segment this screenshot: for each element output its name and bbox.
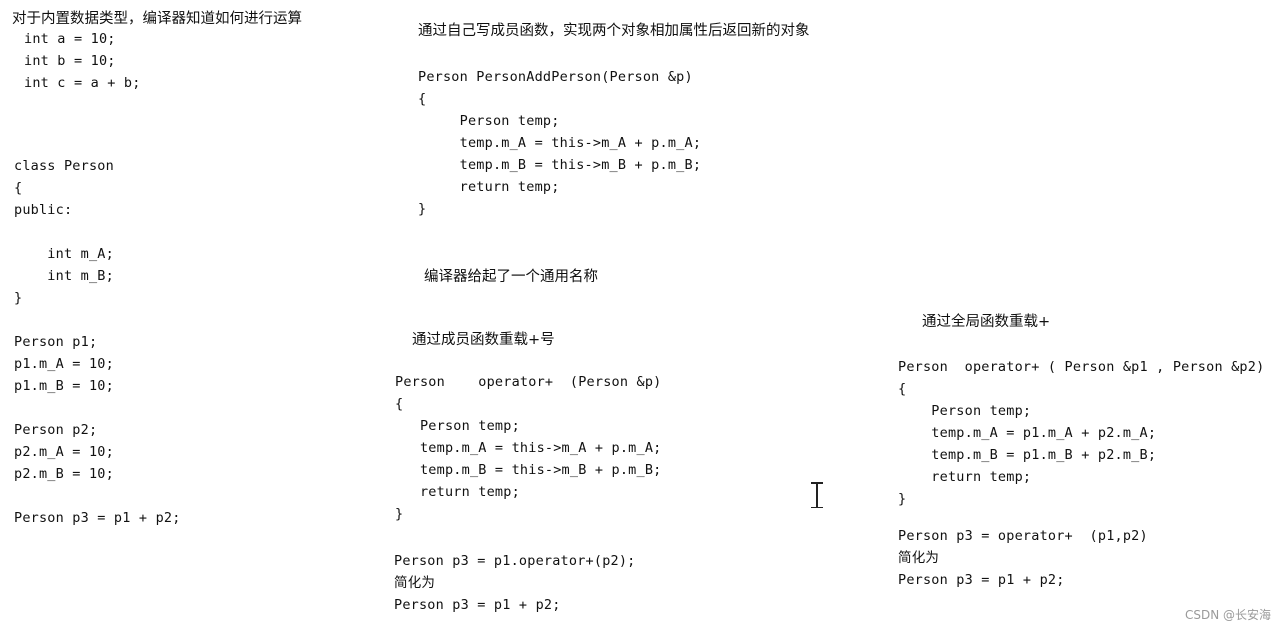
watermark-label: CSDN @长安海 (1184, 608, 1271, 622)
code-member-operator-plus: Person operator+ (Person &p) { Person te… (395, 374, 662, 522)
code-global-operator-usage: Person p3 = operator+ (p1,p2) 简化为 Person… (898, 528, 1148, 588)
code-member-operator-usage: Person p3 = p1.operator+(p2); 简化为 Person… (394, 553, 636, 613)
text-cursor-icon (811, 482, 823, 508)
code-class-person: class Person { public: int m_A; int m_B;… (14, 158, 114, 306)
code-global-operator-plus: Person operator+ ( Person &p1 , Person &… (898, 359, 1265, 507)
note-member-overload: 通过成员函数重载+号 (412, 332, 555, 348)
code-person-objects: Person p1; p1.m_A = 10; p1.m_B = 10; Per… (14, 334, 181, 526)
note-global-overload: 通过全局函数重载+ (922, 314, 1051, 330)
note-generic-name: 编译器给起了一个通用名称 (424, 269, 598, 285)
note-member-function: 通过自己写成员函数，实现两个对象相加属性后返回新的对象 (418, 23, 810, 39)
code-person-add-person: Person PersonAddPerson(Person &p) { Pers… (418, 69, 702, 217)
note-builtin-types: 对于内置数据类型，编译器知道如何进行运算 (12, 11, 302, 27)
code-builtin-types: int a = 10; int b = 10; int c = a + b; (24, 31, 141, 91)
